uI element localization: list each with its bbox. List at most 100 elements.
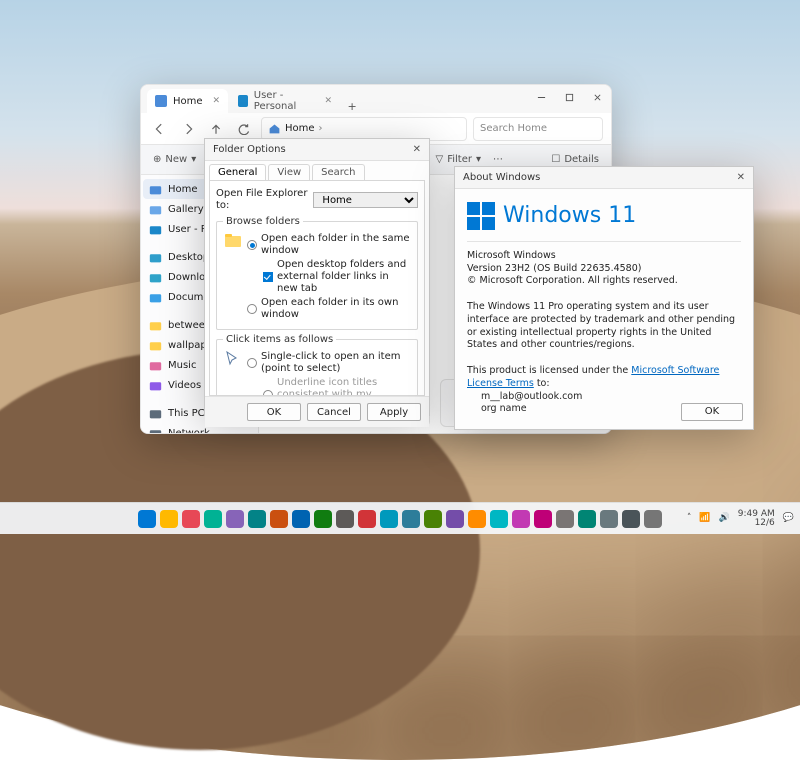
tab-user-personal[interactable]: User - Personal ✕: [230, 89, 340, 113]
taskbar-spotify-icon[interactable]: [446, 510, 464, 528]
more-menu[interactable]: ⋯: [493, 154, 503, 165]
taskbar-clock-icon[interactable]: [600, 510, 618, 528]
tab-label: Home: [173, 96, 203, 107]
tray-chevron-icon[interactable]: ˄: [687, 514, 692, 523]
taskbar-clock[interactable]: 9:49 AM 12/6: [738, 510, 775, 528]
about-license: This product is licensed under the Micro…: [467, 365, 741, 391]
taskbar-chrome-icon[interactable]: [270, 510, 288, 528]
forward-button[interactable]: [177, 118, 199, 140]
cursor-icon: [223, 349, 243, 369]
taskbar-explorer-icon[interactable]: [204, 510, 222, 528]
taskbar-settings-icon[interactable]: [556, 510, 574, 528]
taskbar-steam-icon[interactable]: [468, 510, 486, 528]
open-to-select[interactable]: Home: [313, 192, 418, 208]
taskbar-mail-icon[interactable]: [622, 510, 640, 528]
videos-icon: [149, 379, 162, 392]
home-icon: [155, 95, 167, 107]
volume-icon[interactable]: 🔊: [719, 514, 730, 523]
ok-button[interactable]: OK: [681, 403, 743, 421]
documents-icon: [149, 291, 162, 304]
taskbar-word-icon[interactable]: [358, 510, 376, 528]
about-paragraph: The Windows 11 Pro operating system and …: [467, 301, 741, 352]
wifi-icon[interactable]: 📶: [699, 514, 710, 523]
taskbar-vscode-icon[interactable]: [314, 510, 332, 528]
sidebar-item-label: This PC: [168, 408, 205, 419]
taskbar-firefox-icon[interactable]: [292, 510, 310, 528]
browse-legend: Browse folders: [223, 216, 303, 227]
taskbar-calc-icon[interactable]: [534, 510, 552, 528]
back-button[interactable]: [149, 118, 171, 140]
onedrive-icon: [149, 223, 162, 236]
sidebar-item-label: Network: [168, 428, 210, 434]
breadcrumb[interactable]: Home ›: [261, 117, 467, 141]
tab-view[interactable]: View: [268, 164, 310, 180]
taskbar-start-icon[interactable]: [138, 510, 156, 528]
taskbar-onenote-icon[interactable]: [512, 510, 530, 528]
taskbar-discord-icon[interactable]: [490, 510, 508, 528]
refresh-button[interactable]: [233, 118, 255, 140]
taskbar-todo-icon[interactable]: [644, 510, 662, 528]
onedrive-icon: [238, 95, 248, 107]
cancel-button[interactable]: Cancel: [307, 403, 361, 421]
gallery-icon: [149, 203, 162, 216]
up-button[interactable]: [205, 118, 227, 140]
folder-icon: [149, 319, 162, 332]
new-menu[interactable]: ⊕ New ▾: [153, 154, 196, 165]
tab-label: User - Personal: [254, 90, 315, 112]
dialog-title: About Windows: [463, 172, 540, 183]
click-legend: Click items as follows: [223, 334, 336, 345]
taskbar-tray[interactable]: ˄ 📶 🔊 9:49 AM 12/6 💬: [687, 510, 794, 528]
network-icon: [149, 427, 162, 434]
tab-search[interactable]: Search: [312, 164, 364, 180]
maximize-button[interactable]: [555, 85, 583, 109]
taskbar-outlook-icon[interactable]: [402, 510, 420, 528]
tab-close-icon[interactable]: ✕: [325, 96, 333, 106]
search-input[interactable]: Search Home: [473, 117, 603, 141]
minimize-button[interactable]: [527, 85, 555, 109]
taskbar: ˄ 📶 🔊 9:49 AM 12/6 💬: [0, 502, 800, 534]
folder-icon: [223, 231, 243, 251]
about-windows-dialog: About Windows ✕ Windows 11 Microsoft Win…: [454, 166, 754, 430]
dialog-titlebar: About Windows ✕: [455, 167, 753, 189]
desktop-icon: [149, 251, 162, 264]
about-line: © Microsoft Corporation. All rights rese…: [467, 275, 741, 288]
folder-options-dialog: Folder Options ✕ GeneralViewSearch Open …: [204, 138, 430, 416]
taskbar-taskview-icon[interactable]: [182, 510, 200, 528]
tab-general[interactable]: General: [209, 164, 266, 180]
windows-logo-icon: [467, 202, 495, 230]
brand-title: Windows 11: [503, 201, 636, 231]
new-tab-button[interactable]: +: [342, 100, 362, 113]
check-links-newtab[interactable]: [263, 272, 273, 282]
tab-home[interactable]: Home ✕: [147, 89, 228, 113]
radio-same-window[interactable]: [247, 240, 257, 250]
apply-button[interactable]: Apply: [367, 403, 421, 421]
sidebar-item-label: Music: [168, 360, 196, 371]
home-icon: [268, 122, 281, 135]
taskbar-center: [138, 510, 662, 528]
about-line: Version 23H2 (OS Build 22635.4580): [467, 263, 741, 276]
details-pane-toggle[interactable]: ☐ Details: [551, 154, 599, 165]
taskbar-excel-icon[interactable]: [380, 510, 398, 528]
close-icon[interactable]: ✕: [413, 144, 421, 155]
breadcrumb-root: Home: [285, 123, 315, 134]
tab-close-icon[interactable]: ✕: [213, 96, 221, 106]
music-icon: [149, 359, 162, 372]
ok-button[interactable]: OK: [247, 403, 301, 421]
dialog-tabs: GeneralViewSearch: [205, 161, 429, 180]
taskbar-search-icon[interactable]: [160, 510, 178, 528]
radio-single-click[interactable]: [247, 358, 257, 368]
taskbar-store-icon[interactable]: [248, 510, 266, 528]
radio-own-window[interactable]: [247, 304, 257, 314]
notifications-icon[interactable]: 💬: [783, 514, 794, 523]
taskbar-teams-icon[interactable]: [424, 510, 442, 528]
taskbar-photos-icon[interactable]: [578, 510, 596, 528]
window-controls: [527, 85, 611, 109]
home-icon: [149, 183, 162, 196]
close-icon[interactable]: ✕: [737, 172, 745, 183]
close-button[interactable]: [583, 85, 611, 109]
filter-menu[interactable]: ▽ Filter ▾: [436, 154, 482, 165]
taskbar-terminal-icon[interactable]: [336, 510, 354, 528]
taskbar-edge-icon[interactable]: [226, 510, 244, 528]
thispc-icon: [149, 407, 162, 420]
about-line: Microsoft Windows: [467, 250, 741, 263]
